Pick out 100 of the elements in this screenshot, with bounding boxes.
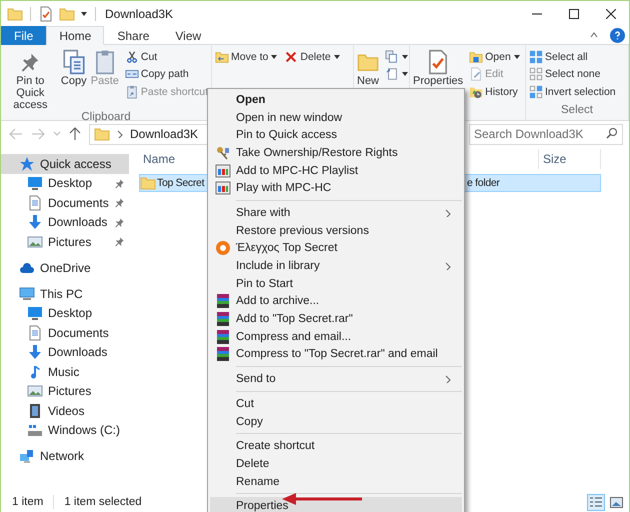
navigation-item[interactable]: Quick access — [1, 154, 129, 174]
circle-logo-icon — [215, 240, 231, 256]
close-icon — [606, 9, 616, 19]
menu-item[interactable]: Restore previous versions — [210, 222, 462, 240]
menu-item[interactable]: Pin to Quick access — [210, 126, 462, 144]
folder-icon — [7, 6, 23, 22]
navigation-item[interactable]: Documents — [1, 193, 129, 212]
ribbon-button[interactable]: Delete — [282, 48, 343, 66]
folder-icon — [94, 126, 110, 142]
document-icon — [27, 324, 43, 341]
menu-item[interactable]: Add to MPC-HC Playlist — [210, 162, 462, 180]
menu-item[interactable]: Play with MPC-HC — [210, 179, 462, 198]
folder-icon — [59, 6, 75, 22]
ribbon-tab[interactable]: View — [162, 26, 214, 45]
navigation-item[interactable]: Videos — [1, 401, 129, 420]
down-arrow-icon — [27, 214, 43, 230]
invert-grid-icon — [529, 84, 543, 99]
file-menu-tab[interactable]: File — [1, 26, 46, 45]
media-player-icon — [215, 180, 231, 196]
details-view-button[interactable] — [587, 494, 605, 510]
help-button[interactable] — [610, 28, 625, 42]
ribbon-button[interactable]: Copy — [58, 48, 89, 87]
ribbon-button[interactable]: Copy path — [122, 66, 210, 83]
drive-icon — [27, 422, 43, 438]
navigation-item[interactable]: OneDrive — [1, 258, 129, 278]
ribbon-button[interactable]: Pin to Quick access — [2, 48, 59, 111]
menu-item[interactable]: Rename — [210, 472, 462, 490]
file-type: e folder — [467, 177, 500, 189]
menu-item[interactable]: Open — [210, 91, 462, 109]
books-stack-icon — [215, 311, 231, 328]
column-header[interactable]: Size — [539, 149, 601, 169]
navigation-item[interactable]: Network — [1, 446, 129, 466]
keys-icon — [215, 144, 231, 161]
pin-icon — [114, 197, 125, 208]
menu-item[interactable]: Compress and email... — [210, 328, 462, 346]
ribbon-button[interactable]: Select none — [527, 66, 618, 83]
search-field[interactable]: Search Download3K — [469, 124, 623, 144]
maximize-icon — [568, 9, 578, 19]
item-count: 1 item — [12, 496, 44, 508]
film-icon — [27, 402, 43, 419]
ribbon-button[interactable]: New — [355, 48, 382, 87]
caret-icon — [270, 52, 278, 61]
clipboard-shortcut-icon — [124, 84, 139, 99]
media-player-icon — [215, 162, 231, 179]
copy-pages-icon — [60, 48, 87, 74]
menu-item[interactable]: Add to "Top Secret.rar" — [210, 310, 462, 328]
menu-item[interactable]: Properties — [210, 497, 462, 512]
empty-grid-icon — [529, 67, 543, 82]
folder-arrow-icon — [215, 50, 229, 64]
navigation-item[interactable]: Music — [1, 362, 129, 382]
group-label: Clipboard — [81, 111, 131, 123]
breadcrumb[interactable]: Download3K — [130, 127, 198, 141]
navigation-item[interactable]: Pictures — [1, 382, 129, 401]
group-label: Select — [561, 104, 593, 118]
caret-icon — [332, 52, 341, 61]
caret-icon — [590, 31, 598, 39]
navigation-item[interactable]: Pictures — [1, 232, 129, 252]
ribbon-button[interactable]: Properties — [411, 48, 466, 87]
navigation-item[interactable]: Windows (C:) — [1, 420, 129, 440]
menu-item[interactable]: Add to archive... — [210, 292, 462, 310]
monitor-icon — [27, 305, 43, 322]
caret-icon — [401, 52, 410, 61]
menu-item[interactable]: Create shortcut — [210, 437, 462, 456]
checkmark-document-icon — [38, 6, 54, 22]
navigation-item[interactable]: Downloads — [1, 342, 129, 362]
ribbon-tab[interactable]: Home — [46, 26, 104, 45]
ribbon-button[interactable]: History — [467, 83, 523, 100]
menu-item[interactable]: Έλεγχος Top Secret — [210, 240, 462, 258]
books-stack-icon — [215, 293, 231, 310]
ribbon-button[interactable]: Open — [467, 48, 523, 66]
ribbon-button[interactable]: Select all — [527, 48, 618, 66]
navigation-item[interactable]: Documents — [1, 323, 129, 342]
document-icon — [27, 194, 43, 211]
menu-item[interactable]: Share with — [210, 204, 462, 222]
window-title: Download3K — [105, 7, 174, 21]
books-stack-icon — [215, 328, 231, 345]
navigation-item[interactable]: Desktop — [1, 174, 129, 193]
menu-item[interactable]: Delete — [210, 455, 462, 473]
menu-item[interactable]: Cut — [210, 395, 462, 413]
navigation-item[interactable]: This PC — [1, 284, 129, 304]
menu-item[interactable]: Pin to Start — [210, 274, 462, 293]
pencil-document-icon — [469, 67, 484, 82]
ribbon-button[interactable]: Cut — [122, 48, 210, 66]
menu-item[interactable]: Copy — [210, 412, 462, 430]
caret-icon — [80, 10, 88, 18]
selection-count: 1 item selected — [64, 496, 142, 508]
menu-item[interactable]: Take Ownership/Restore Rights — [210, 144, 462, 162]
pin-icon — [114, 236, 125, 248]
question-mark-icon — [613, 30, 622, 40]
menu-item[interactable]: Send to — [210, 370, 462, 388]
menu-item[interactable]: Compress to "Top Secret.rar" and email — [210, 346, 462, 364]
ribbon-button[interactable]: Move to — [213, 48, 280, 66]
up-arrow-icon[interactable] — [69, 127, 81, 141]
file-name: Top Secret — [157, 177, 204, 189]
menu-item[interactable]: Open in new window — [210, 108, 462, 126]
ribbon-button[interactable]: Invert selection — [527, 83, 618, 100]
navigation-item[interactable]: Desktop — [1, 304, 129, 323]
navigation-item[interactable]: Downloads — [1, 212, 129, 232]
menu-item[interactable]: Include in library — [210, 257, 462, 275]
ribbon-tab[interactable]: Share — [104, 26, 162, 45]
